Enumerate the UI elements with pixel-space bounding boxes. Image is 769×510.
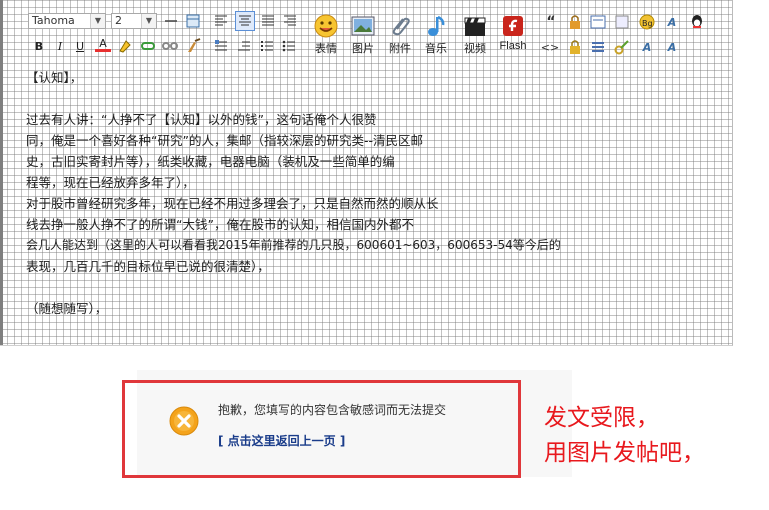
- emoticon-label: 表情: [315, 43, 337, 55]
- content-line: 史，古旧实寄封片等），纸类收藏，电器电脑（装机及一些简单的编: [26, 154, 395, 169]
- ordered-list-icon[interactable]: [259, 38, 275, 54]
- back-link[interactable]: [ 点击这里返回上一页 ]: [218, 432, 345, 449]
- underline-icon[interactable]: U: [72, 38, 88, 54]
- flash-label: Flash: [499, 40, 527, 52]
- align-center-icon[interactable]: [235, 11, 255, 31]
- attachment-button[interactable]: 附件: [385, 14, 415, 58]
- image-button[interactable]: 图片: [348, 14, 378, 58]
- font-style-icon[interactable]: A: [664, 14, 680, 30]
- sell-content-icon[interactable]: [590, 39, 606, 55]
- free-content-icon[interactable]: [614, 14, 630, 30]
- qq-icon[interactable]: [689, 14, 705, 30]
- table-icon[interactable]: [185, 13, 201, 29]
- paragraph-format-icon[interactable]: [213, 38, 229, 54]
- password-icon[interactable]: [614, 39, 630, 55]
- clapperboard-icon: [463, 14, 487, 38]
- annotation-line-1: 发文受限，: [544, 405, 659, 431]
- image-label: 图片: [352, 43, 374, 55]
- font-size-value: 2: [115, 14, 122, 27]
- content-line: 过去有人讲：“人挣不了【认知】以外的钱”，这句话俺个人很赞: [26, 112, 377, 127]
- background-color-icon[interactable]: Bg: [639, 14, 655, 30]
- flash-icon: [501, 14, 525, 38]
- content-line: 会几人能达到（这里的人可以看看我2015年前推荐的几只股，600601~603，…: [26, 238, 561, 252]
- rich-text-editor[interactable]: Tahoma ▼ 2 ▼ B I U A 表情 图片 附件 音乐 视频 Flas…: [0, 0, 733, 346]
- music-label: 音乐: [425, 43, 447, 55]
- unlink-icon[interactable]: [162, 38, 178, 54]
- content-line: 同，俺是一个喜好各种“研究”的人，集邮（指较深层的研究类--清民区邮: [26, 133, 423, 148]
- error-icon: [169, 406, 199, 436]
- highlight-icon[interactable]: [117, 38, 133, 54]
- clear-format-icon[interactable]: [186, 38, 202, 54]
- member-lock-icon[interactable]: [567, 14, 583, 30]
- video-button[interactable]: 视频: [460, 14, 490, 58]
- content-line: 【认知】，: [26, 70, 83, 85]
- attachment-label: 附件: [389, 43, 411, 55]
- paperclip-icon: [388, 14, 412, 38]
- code-icon[interactable]: <>: [541, 39, 559, 55]
- font-bigger-icon[interactable]: A: [639, 39, 655, 55]
- bold-icon[interactable]: B: [31, 38, 47, 54]
- horizontal-rule-icon[interactable]: [163, 13, 179, 29]
- editor-toolbar: Tahoma ▼ 2 ▼ B I U A 表情 图片 附件 音乐 视频 Flas…: [0, 8, 732, 62]
- flash-button[interactable]: Flash: [497, 14, 529, 58]
- link-icon[interactable]: [140, 38, 156, 54]
- video-label: 视频: [464, 43, 486, 55]
- content-line: 线去挣一般人挣不了的所谓“大钱”，俺在股市的认知，相信国内外都不: [26, 217, 414, 232]
- smiley-icon: [314, 14, 338, 38]
- annotation-line-2: 用图片发帖吧，: [544, 440, 705, 466]
- code-block-icon[interactable]: [590, 14, 606, 30]
- align-right-icon[interactable]: [282, 13, 298, 29]
- unordered-list-icon[interactable]: [281, 38, 297, 54]
- content-line: 对于股市曾经研究多年，现在已经不用过多理会了，只是自然而然的顺从长: [26, 196, 439, 211]
- chevron-down-icon: ▼: [90, 14, 105, 28]
- content-line: 程等，现在已经放弃多年了），: [26, 175, 195, 190]
- music-button[interactable]: 音乐: [421, 14, 451, 58]
- italic-icon[interactable]: I: [52, 38, 68, 54]
- align-justify-icon[interactable]: [260, 13, 276, 29]
- content-line: 表现，几百几千的目标位早已说的很清楚），: [26, 259, 270, 274]
- chevron-down-icon: ▼: [141, 14, 156, 28]
- font-family-select[interactable]: Tahoma ▼: [28, 13, 106, 29]
- align-left-icon[interactable]: [213, 13, 229, 29]
- image-icon: [351, 14, 375, 38]
- indent-icon[interactable]: [236, 38, 252, 54]
- svg-text:Bg: Bg: [642, 19, 653, 28]
- font-family-value: Tahoma: [32, 14, 75, 27]
- font-smaller-icon[interactable]: A: [664, 39, 680, 55]
- hide-content-icon[interactable]: [567, 39, 583, 55]
- error-message: 抱歉，您填写的内容包含敏感词而无法提交: [218, 403, 447, 417]
- font-size-select[interactable]: 2 ▼: [111, 13, 157, 29]
- emoticon-button[interactable]: 表情: [311, 14, 341, 58]
- font-color-icon[interactable]: A: [95, 37, 111, 52]
- quote-icon[interactable]: “: [543, 14, 559, 30]
- music-note-icon: [424, 14, 448, 38]
- content-line: （随想随写），: [26, 301, 108, 316]
